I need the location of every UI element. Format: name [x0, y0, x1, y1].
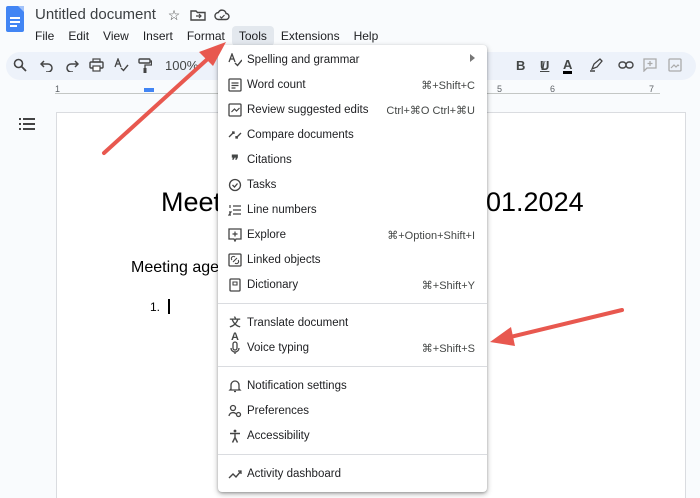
- menu-bar: File Edit View Insert Format Tools Exten…: [28, 26, 385, 46]
- add-comment-icon[interactable]: [643, 58, 657, 74]
- ruler-number: 7: [649, 84, 655, 94]
- accessibility-icon: [228, 429, 242, 443]
- menu-tools[interactable]: Tools: [231, 26, 274, 46]
- menu-item-label: Review suggested edits: [247, 104, 369, 116]
- menu-item-explore[interactable]: Explore ⌘+Option+Shift+I: [218, 224, 487, 248]
- insert-image-icon[interactable]: [668, 58, 682, 74]
- underline-button[interactable]: U: [540, 58, 549, 74]
- menu-item-citations[interactable]: ❞ Citations: [218, 149, 487, 173]
- tools-menu: Spelling and grammar Word count ⌘+Shift+…: [218, 45, 487, 492]
- menu-edit[interactable]: Edit: [61, 26, 96, 46]
- agenda-text: Meeting age: [131, 259, 220, 276]
- redo-icon[interactable]: [65, 58, 80, 74]
- menu-item-label: Compare documents: [247, 129, 354, 141]
- menu-format[interactable]: Format: [180, 26, 232, 46]
- menu-item-label: Citations: [247, 154, 292, 166]
- menu-item-linked-objects[interactable]: Linked objects: [218, 249, 487, 273]
- dictionary-icon: [228, 278, 242, 292]
- menu-item-shortcut: ⌘+Shift+S: [421, 343, 475, 355]
- preferences-icon: [228, 404, 242, 418]
- menu-item-spelling-and-grammar[interactable]: Spelling and grammar: [218, 49, 487, 73]
- print-icon[interactable]: [89, 58, 104, 74]
- text-cursor: [168, 299, 170, 314]
- cloud-status-icon[interactable]: [214, 7, 230, 23]
- ruler-number: 6: [550, 84, 556, 94]
- menu-item-label: Word count: [247, 79, 306, 91]
- menu-divider: [218, 303, 487, 304]
- menu-item-word-count[interactable]: Word count ⌘+Shift+C: [218, 74, 487, 98]
- line-numbers-icon: [227, 203, 242, 217]
- menu-item-shortcut: ⌘+Shift+C: [421, 80, 475, 92]
- menu-item-shortcut: ⌘+Option+Shift+I: [387, 230, 475, 242]
- heading-text-left: Meet: [161, 187, 222, 217]
- menu-extensions[interactable]: Extensions: [274, 26, 347, 46]
- task-check-icon: [228, 178, 242, 192]
- menu-item-label: Spelling and grammar: [247, 54, 360, 66]
- document-outline-icon[interactable]: [19, 118, 35, 133]
- heading-text-right: 01.2024: [486, 187, 584, 217]
- menu-item-label: Dictionary: [247, 279, 299, 291]
- menu-item-shortcut: Ctrl+⌘O Ctrl+⌘U: [386, 105, 475, 117]
- docs-logo-icon[interactable]: [6, 6, 24, 32]
- text-color-button[interactable]: A: [563, 58, 573, 74]
- word-count-icon: [228, 78, 242, 92]
- menu-item-tasks[interactable]: Tasks: [218, 174, 487, 198]
- menu-item-label: Accessibility: [247, 430, 310, 442]
- submenu-arrow-icon: [470, 54, 475, 62]
- menu-item-label: Activity dashboard: [247, 468, 341, 480]
- bell-icon: [228, 379, 242, 393]
- insert-link-icon[interactable]: [618, 58, 634, 74]
- compare-icon: [228, 128, 242, 142]
- menu-divider: [218, 454, 487, 455]
- star-icon[interactable]: ☆: [166, 7, 182, 23]
- menu-insert[interactable]: Insert: [136, 26, 180, 46]
- menu-item-dictionary[interactable]: Dictionary ⌘+Shift+Y: [218, 274, 487, 298]
- list-number: 1.: [150, 300, 161, 314]
- menu-item-label: Voice typing: [247, 342, 310, 354]
- menu-item-label: Tasks: [247, 179, 277, 191]
- spellcheck-icon: [228, 52, 243, 67]
- menu-divider: [218, 366, 487, 367]
- menu-item-compare-documents[interactable]: Compare documents: [218, 124, 487, 148]
- highlight-color-icon[interactable]: [589, 58, 603, 74]
- menu-file[interactable]: File: [28, 26, 61, 46]
- move-to-folder-icon[interactable]: [190, 7, 206, 23]
- paint-format-icon[interactable]: [138, 58, 153, 74]
- menu-item-label: Explore: [247, 229, 286, 241]
- menu-view[interactable]: View: [96, 26, 136, 46]
- bold-button[interactable]: B: [516, 58, 525, 74]
- document-title[interactable]: Untitled document: [35, 6, 156, 23]
- translate-icon: 文A: [229, 317, 241, 343]
- menu-item-notification-settings[interactable]: Notification settings: [218, 375, 487, 399]
- menu-item-voice-typing[interactable]: Voice typing ⌘+Shift+S: [218, 337, 487, 361]
- quote-icon: ❞: [231, 152, 239, 168]
- activity-dashboard-icon: [228, 467, 242, 481]
- menu-item-preferences[interactable]: Preferences: [218, 400, 487, 424]
- menu-item-label: Line numbers: [247, 204, 317, 216]
- explore-icon: [228, 228, 242, 243]
- indent-marker[interactable]: [144, 88, 154, 92]
- menu-item-label: Linked objects: [247, 254, 321, 266]
- zoom-select[interactable]: 100%: [165, 58, 198, 74]
- menu-item-activity-dashboard[interactable]: Activity dashboard: [218, 463, 487, 487]
- menu-item-review-suggested-edits[interactable]: Review suggested edits Ctrl+⌘O Ctrl+⌘U: [218, 99, 487, 123]
- ruler-number: 5: [497, 84, 503, 94]
- linked-objects-icon: [228, 253, 242, 267]
- undo-icon[interactable]: [39, 58, 54, 74]
- review-edits-icon: [228, 103, 242, 117]
- ruler-number: 1: [55, 84, 61, 94]
- menu-item-label: Notification settings: [247, 380, 347, 392]
- search-menus-icon[interactable]: [13, 58, 27, 74]
- menu-item-line-numbers[interactable]: Line numbers: [218, 199, 487, 223]
- menu-item-shortcut: ⌘+Shift+Y: [421, 280, 475, 292]
- spellcheck-toolbar-icon[interactable]: [114, 57, 129, 74]
- microphone-icon: [228, 341, 242, 355]
- menu-help[interactable]: Help: [347, 26, 386, 46]
- menu-item-accessibility[interactable]: Accessibility: [218, 425, 487, 449]
- menu-item-label: Translate document: [247, 317, 349, 329]
- menu-item-translate-document[interactable]: 文A Translate document: [218, 312, 487, 343]
- menu-item-label: Preferences: [247, 405, 310, 417]
